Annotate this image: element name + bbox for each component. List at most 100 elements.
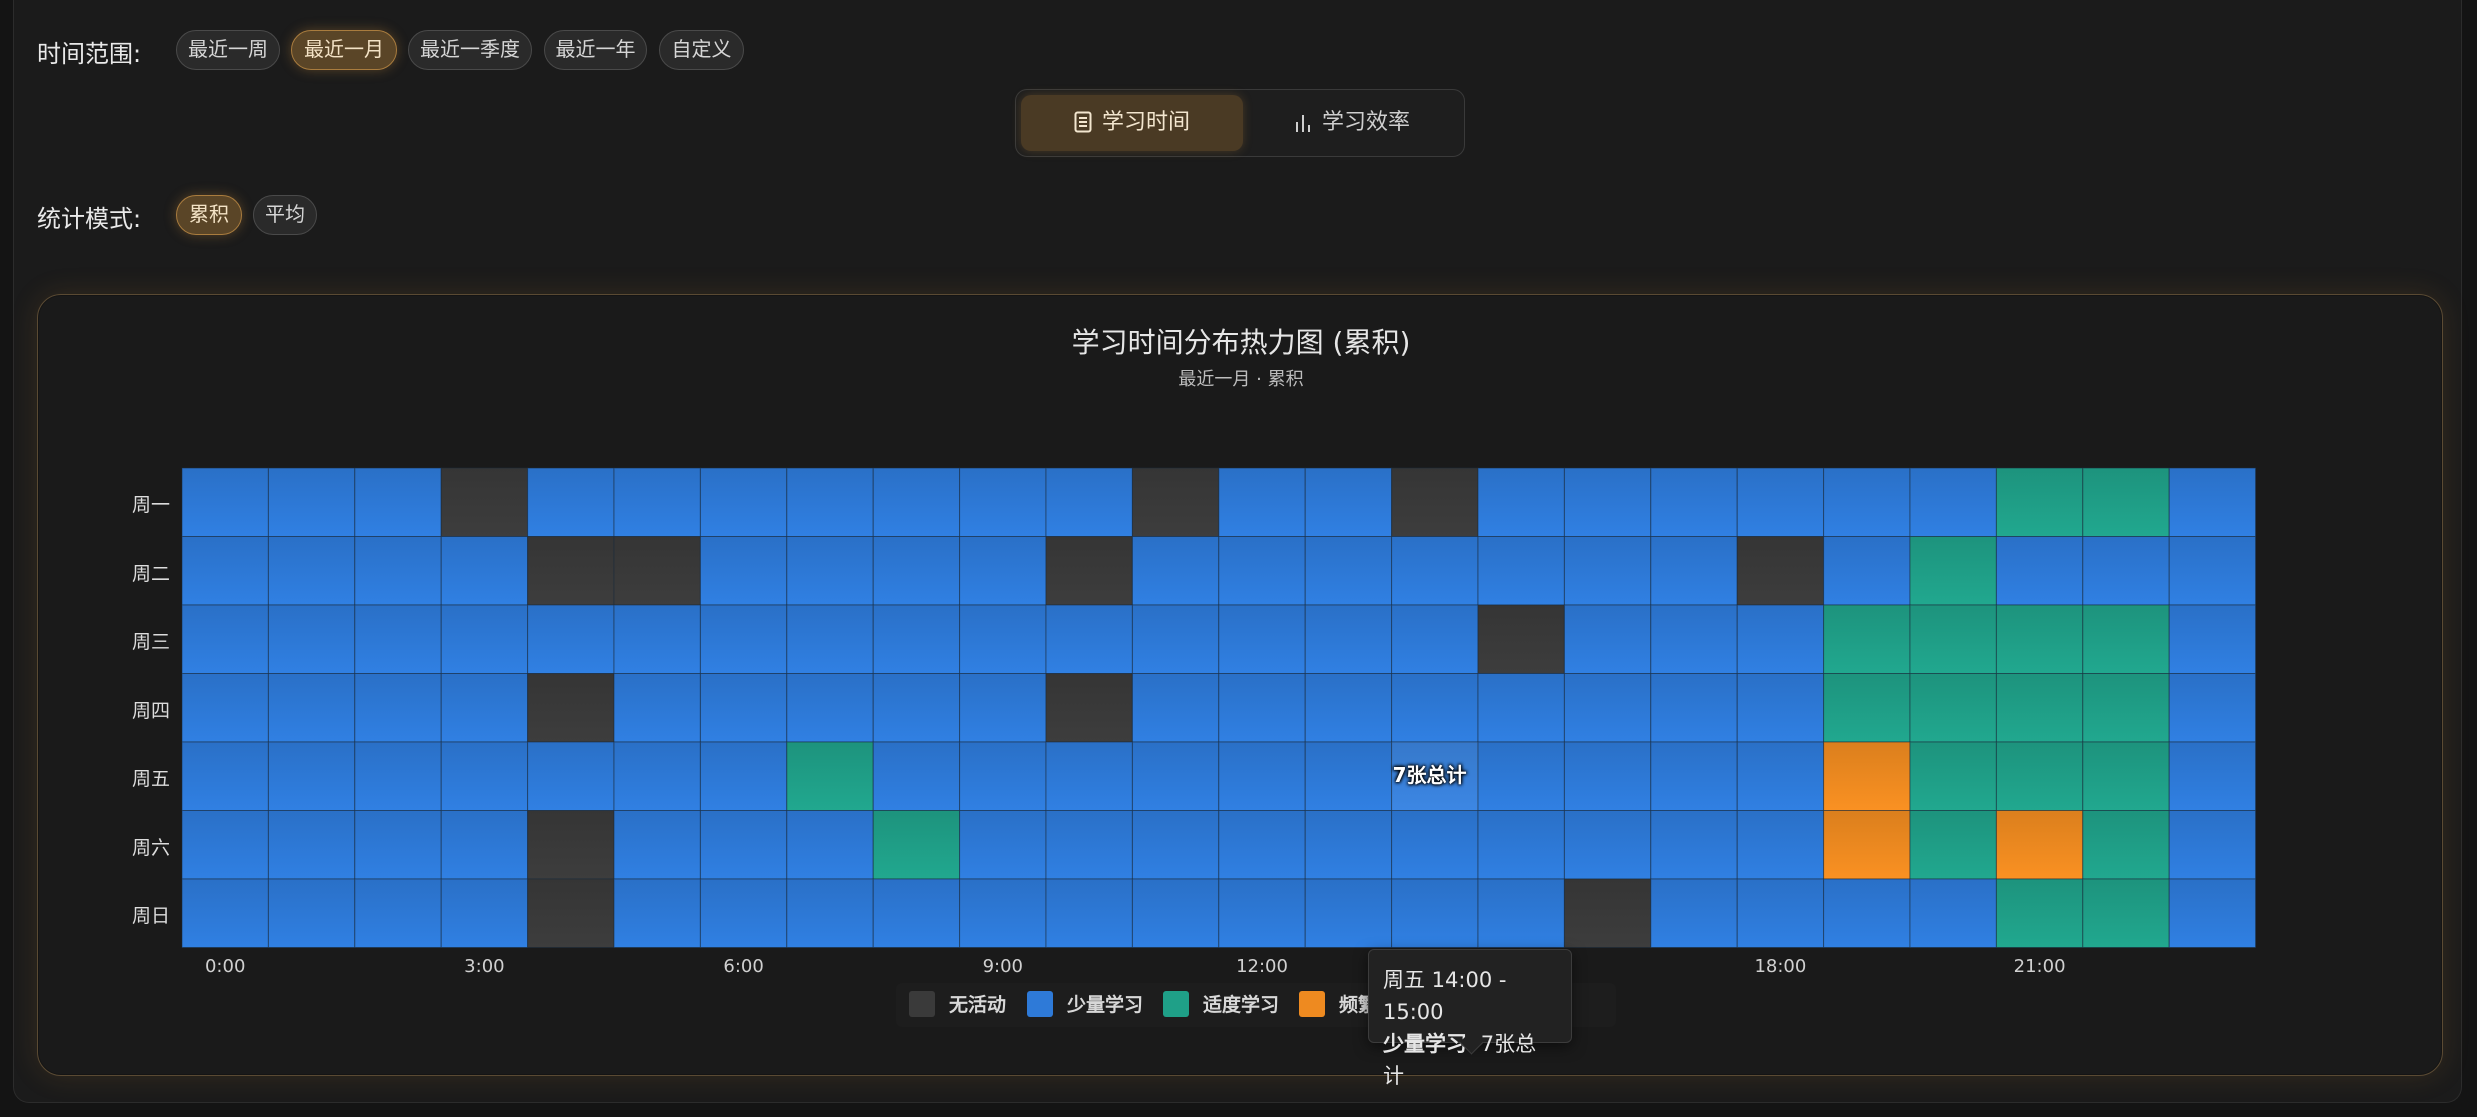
heatmap-cell[interactable] [354,604,442,674]
tab-study-time[interactable]: 学习时间 [1021,95,1243,151]
heatmap-cell[interactable] [181,810,269,880]
heatmap-cell[interactable] [1650,467,1738,537]
heatmap-cell[interactable] [1736,536,1825,606]
heatmap-cell[interactable] [1391,810,1479,880]
heatmap-cell[interactable] [1477,673,1565,743]
heatmap-cell[interactable] [1650,878,1738,948]
heatmap-cell[interactable] [1391,536,1479,606]
heatmap-cell[interactable] [1823,673,1911,743]
heatmap-cell[interactable] [527,673,615,743]
heatmap-cell[interactable] [1909,536,1997,606]
heatmap-cell[interactable] [959,467,1047,537]
heatmap-cell[interactable] [699,878,788,948]
heatmap-cell[interactable] [1391,604,1479,674]
heatmap-cell[interactable] [2082,741,2170,811]
heatmap-cell[interactable] [613,536,701,606]
heatmap-cell[interactable] [2082,536,2170,606]
heatmap-cell[interactable] [1131,810,1220,880]
heatmap-cell[interactable] [1131,467,1220,537]
heatmap-cell[interactable] [1823,810,1911,880]
heatmap-cell[interactable] [1218,810,1306,880]
heatmap-cell[interactable] [2168,536,2257,606]
heatmap-cell[interactable] [1736,741,1825,811]
heatmap-cell[interactable] [1995,878,2084,948]
heatmap-cell[interactable] [1995,467,2084,537]
heatmap-cell[interactable] [181,878,269,948]
heatmap-cell[interactable] [354,878,442,948]
heatmap-cell[interactable] [699,673,788,743]
heatmap-cell[interactable] [1045,536,1133,606]
heatmap-cell[interactable] [786,536,874,606]
heatmap-cell[interactable] [181,673,269,743]
heatmap-cell[interactable] [1563,741,1652,811]
heatmap-cell[interactable] [959,878,1047,948]
heatmap-cell[interactable] [1131,878,1220,948]
heatmap-cell[interactable] [1563,467,1652,537]
heatmap-cell[interactable] [699,810,788,880]
heatmap-cell[interactable] [1304,673,1393,743]
heatmap-cell[interactable] [613,741,701,811]
heatmap-cell[interactable] [872,741,961,811]
time-range-option-0[interactable]: 最近一周 [176,30,280,70]
heatmap-cell[interactable] [699,536,788,606]
heatmap-cell[interactable] [1477,878,1565,948]
heatmap-cell[interactable] [1823,536,1911,606]
heatmap-cell[interactable] [613,878,701,948]
heatmap-cell[interactable] [786,741,874,811]
heatmap-cell[interactable] [2168,741,2257,811]
heatmap-cell[interactable] [527,467,615,537]
heatmap-cell[interactable] [2082,673,2170,743]
heatmap-cell[interactable] [2082,878,2170,948]
heatmap-cell[interactable] [181,536,269,606]
heatmap-cell[interactable] [440,536,529,606]
heatmap-cell[interactable] [786,673,874,743]
heatmap-cell[interactable] [1909,604,1997,674]
heatmap-cell[interactable] [1736,810,1825,880]
heatmap-cell[interactable] [1045,604,1133,674]
heatmap-cell[interactable] [354,741,442,811]
heatmap-cell[interactable] [699,604,788,674]
heatmap-cell[interactable] [440,741,529,811]
heatmap-cell[interactable] [2168,810,2257,880]
heatmap-cell[interactable] [1477,741,1565,811]
time-range-option-4[interactable]: 自定义 [659,30,744,70]
heatmap-cell[interactable] [354,810,442,880]
stat-mode-option-0[interactable]: 累积 [176,195,242,235]
heatmap-cell[interactable] [1304,467,1393,537]
heatmap-cell[interactable] [786,604,874,674]
heatmap-cell[interactable] [1995,673,2084,743]
heatmap-cell[interactable] [527,604,615,674]
heatmap-cell[interactable] [440,810,529,880]
heatmap-cell[interactable] [872,673,961,743]
heatmap-cell[interactable] [1650,604,1738,674]
heatmap-cell[interactable] [267,741,356,811]
heatmap-cell[interactable] [1736,467,1825,537]
heatmap-cell[interactable] [1995,536,2084,606]
heatmap-cell[interactable] [1218,673,1306,743]
heatmap-cell[interactable] [1304,741,1393,811]
heatmap-cell[interactable] [1909,673,1997,743]
heatmap-cell[interactable] [959,673,1047,743]
heatmap-cell[interactable] [1304,536,1393,606]
heatmap-cell[interactable] [872,536,961,606]
heatmap-cell[interactable] [1736,673,1825,743]
heatmap-cell[interactable] [1131,536,1220,606]
heatmap-cell[interactable] [2082,467,2170,537]
heatmap-cell[interactable] [1304,878,1393,948]
heatmap-cell[interactable] [1563,810,1652,880]
heatmap-cell[interactable] [354,536,442,606]
heatmap-cell[interactable] [959,604,1047,674]
heatmap-cell[interactable] [959,810,1047,880]
heatmap-cell[interactable] [1563,604,1652,674]
heatmap-cell[interactable] [1391,673,1479,743]
heatmap-cell[interactable] [1736,604,1825,674]
heatmap-cell[interactable] [613,467,701,537]
heatmap-cell[interactable] [440,878,529,948]
heatmap-cell[interactable] [1650,810,1738,880]
heatmap-cell[interactable] [2168,878,2257,948]
heatmap-cell[interactable] [267,536,356,606]
heatmap-cell[interactable] [786,467,874,537]
heatmap-cell[interactable] [1218,467,1306,537]
heatmap-cell[interactable] [786,810,874,880]
heatmap-cell[interactable] [1218,741,1306,811]
